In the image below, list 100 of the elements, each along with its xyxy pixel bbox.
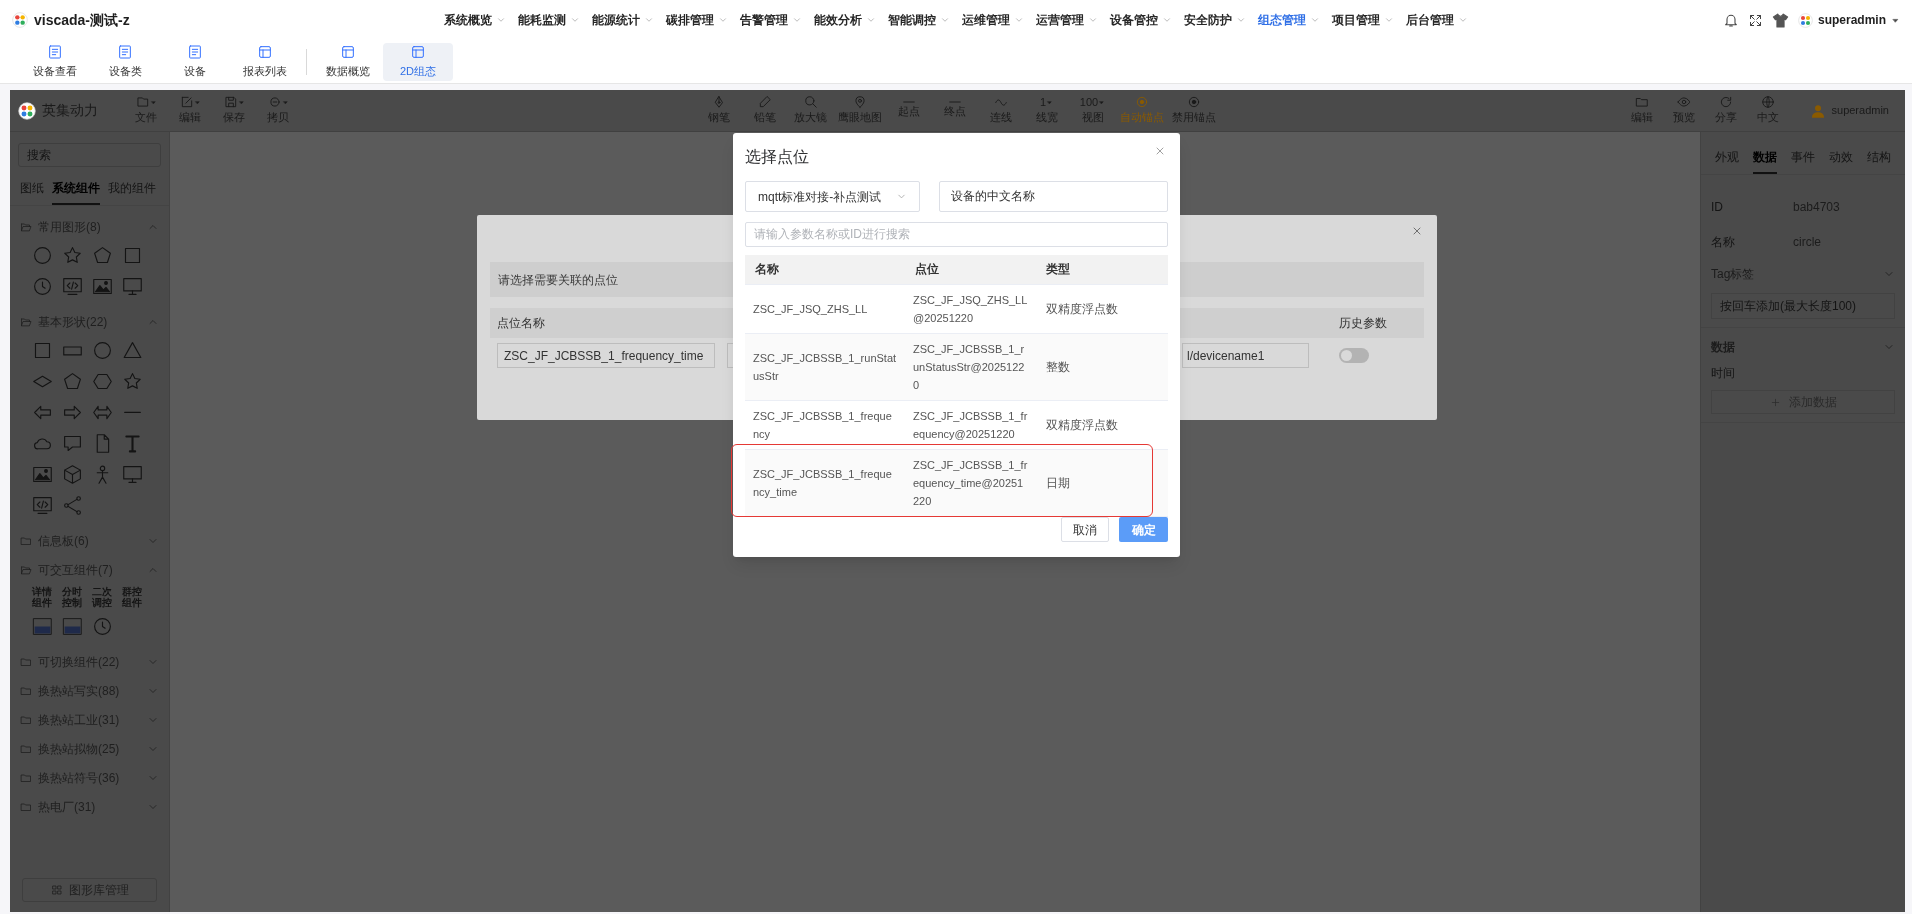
dialog-title: 选择点位 bbox=[745, 147, 809, 167]
logo-icon bbox=[12, 12, 28, 28]
device-path-field[interactable]: l/devicename1 bbox=[1182, 343, 1309, 368]
theme-button[interactable] bbox=[1772, 11, 1789, 29]
module-tab[interactable]: 设备 bbox=[160, 42, 230, 81]
pentagon-shape-icon bbox=[92, 245, 113, 266]
folder-icon bbox=[20, 563, 32, 576]
folder-icon bbox=[20, 684, 32, 697]
history-toggle[interactable] bbox=[1339, 348, 1369, 363]
fullscreen-icon bbox=[1748, 12, 1763, 28]
code-monitor-icon bbox=[62, 276, 83, 297]
caret-icon bbox=[237, 98, 245, 106]
caret-icon bbox=[149, 98, 157, 106]
nav-menu-item[interactable]: 运维管理 bbox=[962, 11, 1024, 29]
module-tab[interactable]: 设备类 bbox=[90, 42, 160, 81]
table-row[interactable]: ZSC_JF_JCBSSB_1_runStatusStr ZSC_JF_JCBSSB_1_runStatusStr@20251220 整数 bbox=[745, 334, 1168, 401]
gauge-widget-icon bbox=[62, 616, 83, 637]
user-menu[interactable]: superadmin bbox=[1798, 11, 1900, 29]
nav-menu-item[interactable]: 告警管理 bbox=[740, 11, 802, 29]
nav-menu-item[interactable]: 能耗监测 bbox=[518, 11, 580, 29]
caret-icon bbox=[281, 98, 289, 106]
fullscreen-button[interactable] bbox=[1748, 12, 1763, 28]
close-button[interactable] bbox=[1411, 225, 1423, 237]
device-select[interactable]: mqtt标准对接-补点测试 bbox=[745, 181, 920, 212]
clock-icon bbox=[92, 616, 113, 637]
close-icon bbox=[1411, 225, 1423, 237]
module-icon bbox=[410, 43, 426, 60]
chevron-down-icon bbox=[1458, 15, 1468, 25]
nav-menu-item[interactable]: 安全防护 bbox=[1184, 11, 1246, 29]
module-icon bbox=[117, 43, 133, 60]
nav-menu-item[interactable]: 设备管控 bbox=[1110, 11, 1172, 29]
panel-tab[interactable]: 数据 bbox=[1753, 148, 1777, 174]
column-header: 历史参数 bbox=[1338, 315, 1388, 332]
table-cell-text: ZSC_JF_JCBSSB_1_frequency@20251220 bbox=[912, 409, 1029, 442]
module-tab[interactable]: 报表列表 bbox=[230, 42, 300, 81]
nav-menu-item[interactable]: 智能调控 bbox=[888, 11, 950, 29]
gauge-widget-icon bbox=[32, 616, 53, 637]
module-tab[interactable]: 2D组态 bbox=[383, 42, 453, 81]
logo-icon bbox=[1798, 12, 1813, 28]
nav-menu-item[interactable]: 能效分析 bbox=[814, 11, 876, 29]
close-icon bbox=[1154, 145, 1166, 157]
module-tab[interactable]: 数据概览 bbox=[313, 42, 383, 81]
chevron-down-icon bbox=[1236, 15, 1246, 25]
chevron-down-icon bbox=[940, 15, 950, 25]
nav-menu-item[interactable]: 后台管理 bbox=[1406, 11, 1468, 29]
square-shape-icon bbox=[122, 245, 143, 266]
app-title: viscada-测试-z bbox=[34, 10, 130, 30]
chevron-down-icon bbox=[496, 15, 506, 25]
nav-menu-item[interactable]: 运营管理 bbox=[1036, 11, 1098, 29]
folder-icon bbox=[20, 315, 32, 328]
toolbar-icon bbox=[803, 95, 818, 110]
caret-icon bbox=[1098, 98, 1106, 106]
folder-icon bbox=[20, 771, 32, 784]
nav-menu-item[interactable]: 组态管理 bbox=[1258, 11, 1320, 29]
point-name-field[interactable]: ZSC_JF_JCBSSB_1_frequency_time bbox=[497, 343, 715, 368]
table-row[interactable]: ZSC_JF_JCBSSB_1_frequency_time ZSC_JF_JCBSSB_1_frequency_time@20251220 日期 bbox=[745, 450, 1168, 517]
toolbar-icon bbox=[267, 95, 282, 110]
nav-menu-item[interactable]: 项目管理 bbox=[1332, 11, 1394, 29]
column-header: 点位 bbox=[914, 261, 940, 279]
table-cell-text: 双精度浮点数 bbox=[1045, 417, 1119, 434]
folder-icon bbox=[20, 220, 32, 233]
caret-icon bbox=[193, 98, 201, 106]
table-cell-text: ZSC_JF_JSQ_ZHS_LL bbox=[752, 302, 869, 317]
toolbar-icon bbox=[135, 95, 150, 110]
table-cell-text: ZSC_JF_JCBSSB_1_runStatusStr@20251220 bbox=[912, 342, 1026, 393]
nav-menu-item[interactable]: 能源统计 bbox=[592, 11, 654, 29]
nav-menu-item[interactable]: 系统概览 bbox=[444, 11, 506, 29]
chevron-down-icon bbox=[644, 15, 654, 25]
toolbar-icon bbox=[1134, 95, 1149, 110]
grid-icon bbox=[50, 884, 63, 896]
device-name-field[interactable]: 设备的中文名称 bbox=[939, 181, 1168, 212]
toolbar-icon bbox=[757, 95, 772, 110]
sidebar-tab[interactable]: 系统组件 bbox=[52, 179, 100, 205]
square-shape-icon bbox=[32, 340, 53, 361]
confirm-button[interactable]: 确定 bbox=[1119, 517, 1168, 542]
toolbar-button[interactable]: 自动锚点 bbox=[1119, 95, 1164, 126]
table-cell-text: ZSC_JF_JCBSSB_1_frequency_time bbox=[752, 467, 893, 500]
toolbar-icon bbox=[1676, 95, 1691, 110]
chevron-down-icon bbox=[718, 15, 728, 25]
chevron-down-icon bbox=[1384, 15, 1394, 25]
circle-shape-icon bbox=[32, 245, 53, 266]
module-icon bbox=[47, 43, 63, 60]
table-cell-text: ZSC_JF_JCBSSB_1_runStatusStr bbox=[752, 351, 898, 384]
hexagon-shape-icon bbox=[92, 371, 113, 392]
notifications-button[interactable] bbox=[1723, 12, 1739, 28]
cancel-button[interactable]: 取消 bbox=[1061, 517, 1109, 542]
folder-icon bbox=[20, 742, 32, 755]
chevron-down-icon bbox=[866, 15, 876, 25]
module-tab[interactable]: 设备查看 bbox=[20, 42, 90, 81]
toolbar-icon bbox=[1718, 95, 1733, 110]
nav-menu-item[interactable]: 碳排管理 bbox=[666, 11, 728, 29]
circle-shape-icon bbox=[92, 340, 113, 361]
column-header: 名称 bbox=[754, 261, 780, 279]
folder-icon bbox=[20, 800, 32, 813]
table-cell-text: ZSC_JF_JCBSSB_1_frequency_time@20251220 bbox=[912, 458, 1029, 509]
bell-icon bbox=[1723, 12, 1739, 28]
shirt-icon bbox=[1772, 11, 1789, 29]
close-button[interactable] bbox=[1154, 145, 1166, 157]
chevron-down-icon bbox=[1310, 15, 1320, 25]
chevron-down-icon bbox=[1088, 15, 1098, 25]
